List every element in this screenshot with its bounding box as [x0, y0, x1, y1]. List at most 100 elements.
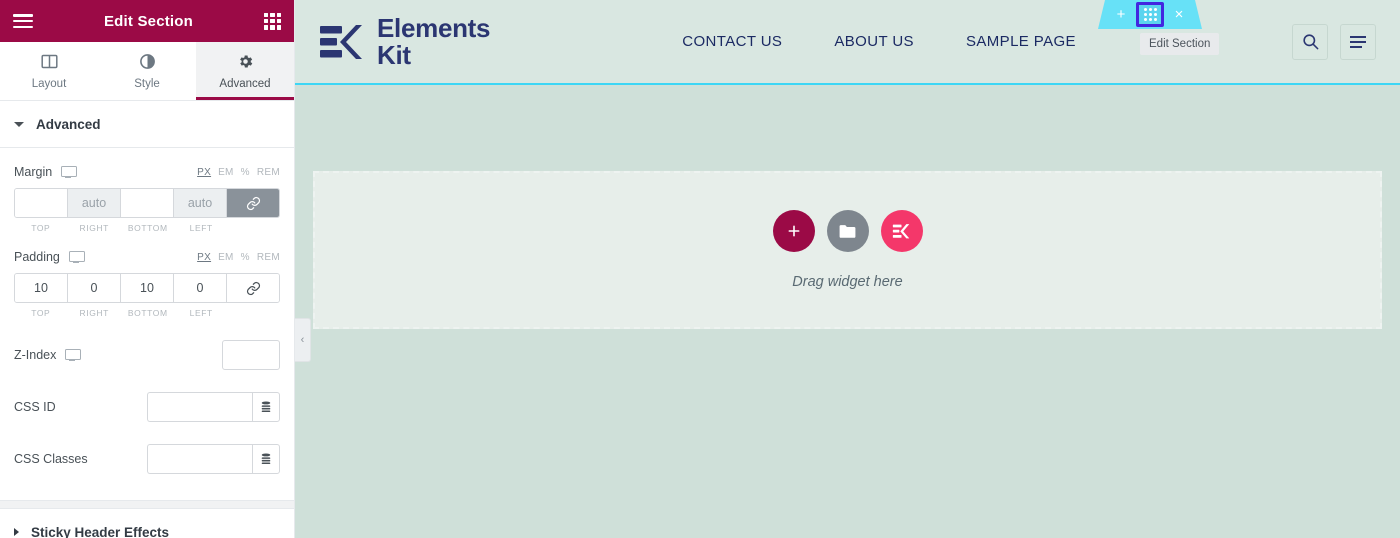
nav-item-about-us[interactable]: ABOUT US [834, 33, 914, 50]
edit-section-handle[interactable] [1136, 2, 1164, 27]
margin-label-left: LEFT [189, 223, 213, 233]
margin-link-icon[interactable] [227, 189, 279, 217]
site-logo-text: Elements Kit [377, 12, 491, 70]
padding-left-input[interactable]: 0 [174, 274, 227, 302]
unit-percent[interactable]: % [241, 167, 250, 178]
padding-label-spacer [228, 308, 280, 318]
tab-advanced-label: Advanced [219, 77, 271, 90]
padding-right-input[interactable]: 0 [68, 274, 121, 302]
delete-section-button[interactable]: × [1168, 4, 1190, 26]
tab-style[interactable]: Style [98, 42, 196, 100]
search-magnifier-icon [1302, 34, 1318, 50]
margin-top-input[interactable] [15, 189, 68, 217]
panel-collapse-handle[interactable]: ‹ [295, 318, 311, 362]
margin-label-bottom: BOTTOM [127, 223, 168, 233]
widget-dropzone[interactable]: Drag widget here [313, 171, 1382, 329]
margin-control-head: Margin PX EM % REM [14, 165, 280, 179]
tab-layout[interactable]: Layout [0, 42, 98, 100]
drag-grid-dots-icon [1144, 8, 1157, 21]
tab-layout-label: Layout [31, 77, 67, 90]
panel-body: Advanced Margin PX EM % REM auto auto TO… [0, 101, 294, 538]
unit-em[interactable]: EM [218, 167, 234, 178]
menu-button[interactable] [1340, 23, 1376, 60]
padding-bottom-input[interactable]: 10 [121, 274, 174, 302]
margin-left-input[interactable]: auto [174, 189, 227, 217]
contrast-half-circle-icon [138, 53, 156, 71]
section-controls-bar: + × [1098, 0, 1202, 29]
margin-label: Margin [14, 165, 53, 179]
css-classes-field-wrap [147, 444, 280, 474]
section-sticky-header[interactable]: Sticky Header Effects [0, 509, 294, 538]
margin-label-top: TOP [31, 223, 51, 233]
nav-item-sample-page[interactable]: SAMPLE PAGE [966, 33, 1076, 50]
section-advanced-label: Advanced [36, 116, 101, 132]
templates-button[interactable] [826, 210, 869, 252]
css-id-label: CSS ID [14, 400, 56, 414]
search-button[interactable] [1292, 23, 1328, 60]
unit-rem[interactable]: REM [257, 252, 280, 263]
z-index-field-wrap [222, 340, 280, 370]
tab-style-label: Style [134, 77, 160, 90]
padding-label-top: TOP [31, 308, 51, 318]
elements-kit-button[interactable] [880, 210, 923, 252]
padding-top-input[interactable]: 10 [15, 274, 68, 302]
padding-label: Padding [14, 250, 60, 264]
panel-header: Edit Section [0, 0, 294, 42]
css-classes-label: CSS Classes [14, 452, 88, 466]
editor-canvas: Elements Kit CONTACT US ABOUT US SAMPLE … [295, 0, 1400, 538]
gear-icon [236, 53, 254, 71]
section-sticky-label: Sticky Header Effects [31, 524, 170, 538]
columns-icon [40, 53, 58, 71]
chevron-right-icon [14, 528, 19, 536]
logo-line-1: Elements [377, 12, 491, 43]
unit-percent[interactable]: % [241, 252, 250, 263]
padding-units: PX EM % REM [197, 252, 280, 263]
z-index-row: Z-Index [14, 340, 280, 370]
margin-right-input[interactable]: auto [68, 189, 121, 217]
logo-line-2: Kit [377, 39, 411, 70]
unit-em[interactable]: EM [218, 252, 234, 263]
site-nav: CONTACT US ABOUT US SAMPLE PAGE [682, 33, 1076, 50]
responsive-desktop-icon[interactable] [61, 166, 78, 178]
database-stack-icon[interactable] [252, 392, 280, 422]
margin-label-right: RIGHT [79, 223, 109, 233]
unit-rem[interactable]: REM [257, 167, 280, 178]
padding-side-labels: TOP RIGHT BOTTOM LEFT [14, 308, 280, 318]
z-index-input[interactable] [222, 340, 280, 370]
dropzone-hint: Drag widget here [792, 274, 903, 290]
panel-title: Edit Section [103, 12, 194, 30]
css-classes-row: CSS Classes [14, 444, 280, 474]
margin-inputs: auto auto [14, 188, 280, 218]
z-index-label: Z-Index [14, 348, 57, 362]
css-id-row: CSS ID [14, 392, 280, 422]
padding-link-icon[interactable] [227, 274, 279, 302]
site-header-actions [1292, 23, 1376, 60]
chevron-down-icon [14, 121, 24, 127]
database-stack-icon[interactable] [252, 444, 280, 474]
grid-apps-icon[interactable] [264, 12, 281, 30]
tab-advanced[interactable]: Advanced [196, 42, 294, 100]
editor-panel: Edit Section Layout Style Advanced Advan… [0, 0, 295, 538]
panel-tabs: Layout Style Advanced [0, 42, 294, 101]
css-classes-input[interactable] [147, 444, 252, 474]
unit-px[interactable]: PX [197, 167, 211, 178]
add-widget-button[interactable] [772, 210, 815, 252]
margin-bottom-input[interactable] [121, 189, 174, 217]
unit-px[interactable]: PX [197, 252, 211, 263]
responsive-desktop-icon[interactable] [68, 251, 85, 263]
hamburger-icon[interactable] [13, 14, 33, 28]
panel-divider [0, 500, 294, 509]
margin-label-spacer [228, 223, 280, 233]
section-advanced-header[interactable]: Advanced [0, 101, 294, 148]
add-section-button[interactable]: + [1110, 4, 1132, 26]
hamburger-menu-icon [1350, 35, 1366, 48]
padding-inputs: 10 0 10 0 [14, 273, 280, 303]
margin-units: PX EM % REM [197, 167, 280, 178]
section-edit-controls: + × [1098, 0, 1202, 29]
elementor-editor: Edit Section Layout Style Advanced Advan… [0, 0, 1400, 538]
nav-item-contact-us[interactable]: CONTACT US [682, 33, 782, 50]
css-id-input[interactable] [147, 392, 252, 422]
responsive-desktop-icon[interactable] [65, 349, 82, 361]
site-logo[interactable]: Elements Kit [319, 12, 491, 70]
padding-label-right: RIGHT [79, 308, 109, 318]
